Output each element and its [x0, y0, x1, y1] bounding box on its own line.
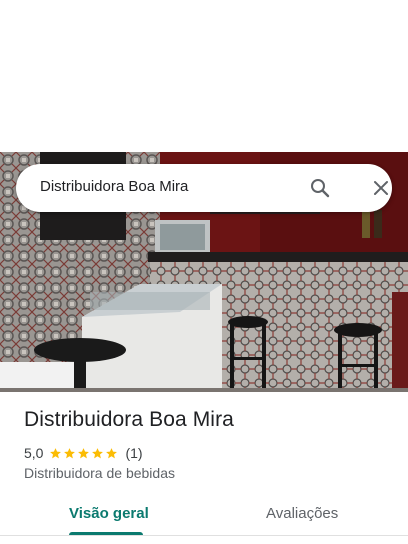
place-category[interactable]: Distribuidora de bebidas [24, 465, 175, 481]
tabs-divider [0, 535, 408, 536]
star-icon [64, 447, 76, 458]
star-icon [106, 447, 118, 458]
review-count[interactable]: (1) [125, 445, 142, 461]
star-icon [50, 447, 62, 458]
star-icon [78, 447, 90, 458]
star-rating [49, 447, 119, 460]
search-icon[interactable] [308, 176, 332, 200]
place-title: Distribuidora Boa Mira [24, 408, 234, 431]
rating-row[interactable]: 5,0 (1) [24, 444, 143, 462]
rating-value: 5,0 [24, 445, 44, 461]
search-bar[interactable]: Distribuidora Boa Mira [16, 164, 392, 212]
blank-top-area [0, 0, 408, 152]
star-icon [92, 447, 104, 458]
tab-reviews[interactable]: Avaliações [266, 505, 338, 522]
close-icon[interactable] [369, 176, 393, 200]
search-input[interactable]: Distribuidora Boa Mira [40, 178, 188, 195]
tab-overview[interactable]: Visão geral [69, 505, 149, 522]
